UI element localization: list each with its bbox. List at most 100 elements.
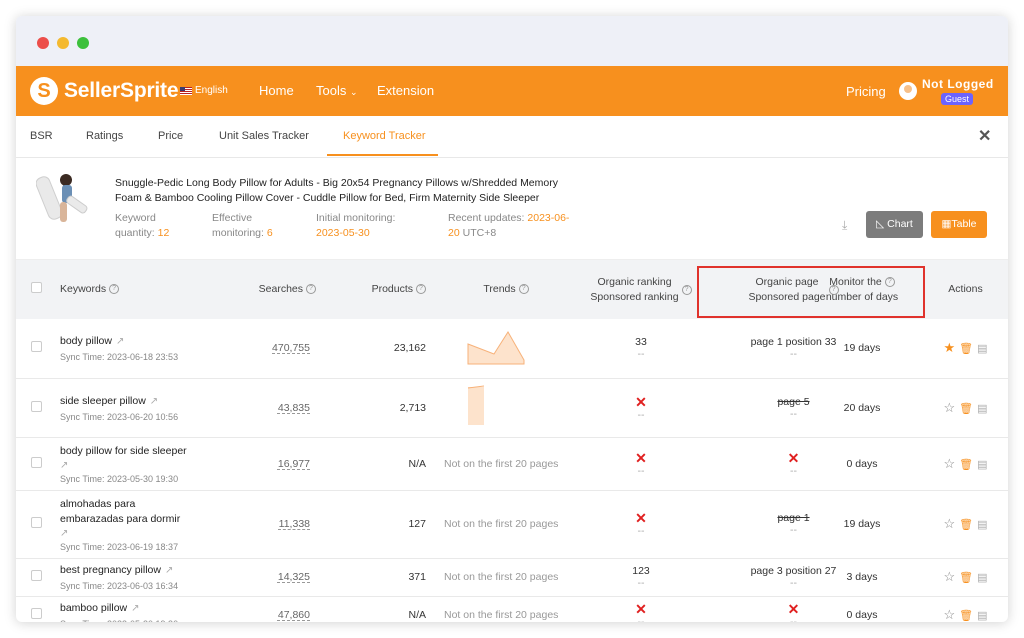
table-button-label: Table: [951, 218, 977, 230]
keyword-text[interactable]: almohadas para: [60, 498, 135, 510]
star-icon[interactable]: ☆: [943, 516, 955, 531]
trash-icon[interactable]: 🗑: [959, 343, 973, 355]
star-icon[interactable]: ☆: [943, 400, 955, 415]
search-volume[interactable]: 47,860: [278, 609, 310, 621]
trend-sparkline[interactable]: [466, 385, 486, 427]
search-volume[interactable]: 11,338: [279, 518, 310, 530]
keyword-text[interactable]: best pregnancy pillow: [60, 564, 161, 576]
actions-header: Actions: [948, 283, 983, 295]
cross-icon: ✕: [635, 449, 647, 466]
keyword-text[interactable]: body pillow for side sleeper: [60, 445, 187, 457]
monitor-days: 0 days: [846, 609, 878, 621]
help-icon[interactable]: ?: [416, 284, 426, 295]
trend-status: Not on the first 20 pages: [444, 518, 559, 530]
download-icon[interactable]: ⤓: [842, 218, 847, 233]
trash-icon[interactable]: 🗑: [959, 610, 973, 622]
close-window-dot[interactable]: [37, 37, 49, 49]
table-row: side sleeper pillow ↗ Sync Time: 2023-06-2…: [16, 378, 1008, 438]
note-icon[interactable]: ▤: [977, 572, 987, 584]
recent-updates-value-2: 20: [448, 227, 460, 239]
language-selector[interactable]: English: [180, 85, 228, 96]
sync-time: Sync Time: 2023-05-30 19:30: [60, 619, 226, 622]
keyword-text[interactable]: bamboo pillow: [60, 602, 127, 614]
tab-bsr[interactable]: BSR: [30, 130, 53, 142]
sponsored-rank: --: [637, 348, 645, 361]
note-icon[interactable]: ▤: [977, 610, 987, 622]
organic-ranking-header: Organic ranking: [597, 275, 672, 288]
note-icon[interactable]: ▤: [977, 343, 987, 355]
keyword-text-2[interactable]: embarazadas para dormir: [60, 513, 180, 525]
trash-icon[interactable]: 🗑: [959, 403, 973, 415]
search-volume[interactable]: 14,325: [278, 571, 310, 583]
product-title[interactable]: Snuggle-Pedic Long Body Pillow for Adult…: [115, 176, 585, 206]
tab-keyword-tracker[interactable]: Keyword Tracker: [343, 130, 426, 142]
tab-ratings[interactable]: Ratings: [86, 130, 123, 142]
chart-view-button[interactable]: ◺ Chart: [866, 211, 923, 238]
tab-price[interactable]: Price: [158, 130, 183, 142]
help-icon[interactable]: ?: [109, 284, 120, 295]
user-avatar-icon[interactable]: [899, 82, 917, 100]
tab-unit-sales-tracker[interactable]: Unit Sales Tracker: [219, 130, 309, 142]
nav-extension[interactable]: Extension: [377, 83, 434, 98]
keyword-text[interactable]: side sleeper pillow: [60, 395, 146, 407]
guest-badge: Guest: [941, 93, 974, 105]
sponsored-rank: --: [637, 408, 645, 421]
help-icon[interactable]: ?: [306, 284, 316, 295]
star-icon[interactable]: ☆: [943, 569, 955, 584]
language-label: English: [195, 85, 228, 96]
keyword-text[interactable]: body pillow: [60, 335, 112, 347]
trash-icon[interactable]: 🗑: [959, 459, 973, 471]
product-count: 2,713: [336, 378, 436, 438]
nav-tools[interactable]: Tools ⌄: [316, 83, 358, 98]
trend-sparkline[interactable]: [466, 328, 526, 366]
star-icon[interactable]: ☆: [943, 607, 955, 622]
sponsored-rank: --: [637, 577, 645, 589]
search-volume[interactable]: 16,977: [278, 458, 310, 470]
recent-updates-value: 2023-06-: [527, 212, 570, 224]
note-icon[interactable]: ▤: [977, 519, 987, 531]
sync-time: Sync Time: 2023-06-18 23:53: [60, 352, 179, 363]
sponsored-rank: --: [637, 464, 645, 477]
help-icon[interactable]: ?: [681, 284, 692, 295]
row-checkbox[interactable]: [30, 456, 42, 468]
search-volume[interactable]: 470,755: [272, 342, 310, 354]
title-bar: [16, 16, 1008, 66]
search-volume[interactable]: 43,835: [278, 402, 310, 414]
table-view-button[interactable]: ▦Table: [931, 211, 987, 238]
star-icon[interactable]: ☆: [943, 456, 955, 471]
product-summary: Snuggle-Pedic Long Body Pillow for Adult…: [16, 158, 1008, 260]
cross-icon: ✕: [635, 393, 647, 410]
external-link-icon[interactable]: ↗: [150, 394, 158, 409]
note-icon[interactable]: ▤: [977, 403, 987, 415]
help-icon[interactable]: ?: [518, 284, 529, 295]
trash-icon[interactable]: 🗑: [959, 519, 973, 531]
star-icon[interactable]: ★: [943, 340, 955, 355]
row-checkbox[interactable]: [30, 570, 42, 581]
initial-monitoring-label: Initial monitoring:: [316, 212, 396, 224]
table-row: bamboo pillow ↗ Sync Time: 2023-05-30 19:3…: [16, 596, 1008, 622]
minimize-window-dot[interactable]: [57, 37, 69, 49]
external-link-icon[interactable]: ↗: [116, 334, 124, 349]
close-icon[interactable]: ✕: [978, 126, 991, 146]
user-status[interactable]: Not Logged: [922, 77, 994, 91]
external-link-icon[interactable]: ↗: [165, 563, 173, 578]
row-checkbox[interactable]: [30, 400, 42, 412]
note-icon[interactable]: ▤: [977, 459, 987, 471]
external-link-icon[interactable]: ↗: [60, 528, 68, 539]
select-all-checkbox[interactable]: [30, 281, 42, 293]
maximize-window-dot[interactable]: [77, 37, 89, 49]
nav-home[interactable]: Home: [259, 83, 294, 98]
row-checkbox[interactable]: [30, 608, 42, 619]
products-header: Products: [371, 283, 413, 295]
keyword-quantity-label: Keyword: [115, 212, 156, 224]
browser-window: S SellerSprite English Home Tools ⌄ Exte…: [16, 16, 1008, 622]
row-checkbox[interactable]: [30, 341, 42, 353]
trash-icon[interactable]: 🗑: [959, 572, 973, 584]
table-row: body pillow ↗ Sync Time: 2023-06-18 23:53 …: [16, 319, 1008, 379]
external-link-icon[interactable]: ↗: [131, 601, 139, 616]
nav-pricing[interactable]: Pricing: [846, 84, 886, 99]
brand-logo[interactable]: S SellerSprite: [30, 77, 179, 105]
external-link-icon[interactable]: ↗: [60, 460, 68, 471]
row-checkbox[interactable]: [30, 517, 42, 528]
top-navbar: S SellerSprite English Home Tools ⌄ Exte…: [16, 66, 1008, 116]
